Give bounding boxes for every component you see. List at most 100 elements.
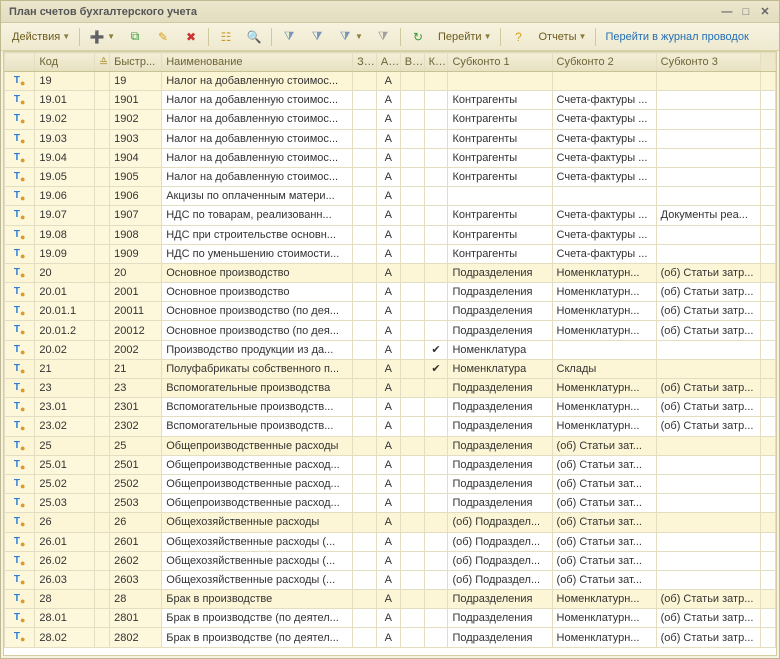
table-row[interactable]: T●2525Общепроизводственные расходыАПодра… [5,436,776,455]
filter-button-3[interactable]: ⧩▼ [332,26,368,48]
add-copy-button[interactable]: ⧉ [122,26,148,48]
window-controls: — □ ✕ [719,5,773,18]
table-row[interactable]: T●2020Основное производствоАПодразделени… [5,263,776,282]
cell-z [353,129,377,148]
table-row[interactable]: T●19.071907НДС по товарам, реализованн..… [5,206,776,225]
cell-sub1 [448,187,552,206]
pencil-icon: ✎ [155,29,171,45]
col-sort[interactable]: ≙ [95,53,110,72]
table-row[interactable]: T●19.081908НДС при строительстве основн.… [5,225,776,244]
filter-button-1[interactable]: ⧩ [276,26,302,48]
cell-k [424,398,448,417]
col-z[interactable]: З... [353,53,377,72]
journal-label: Перейти в журнал проводок [605,31,748,43]
cell-fast: 2801 [110,609,162,628]
cell-sub3: (об) Статьи затр... [656,628,760,647]
table-row[interactable]: T●20.022002Производство продукции из да.… [5,340,776,359]
table-row[interactable]: T●28.022802Брак в производстве (по деяте… [5,628,776,647]
table-row[interactable]: T●23.012301Вспомогательные производств..… [5,398,776,417]
table-row[interactable]: T●20.01.120011Основное производство (по … [5,302,776,321]
col-sub3[interactable]: Субконто 3 [656,53,760,72]
hierarchy-button[interactable]: ☷ [213,26,239,48]
cell-sub2: (об) Статьи зат... [552,455,656,474]
cell-code: 21 [35,359,95,378]
cell-name: Общепроизводственные расход... [162,494,353,513]
table-row[interactable]: T●23.022302Вспомогательные производств..… [5,417,776,436]
maximize-button[interactable]: □ [738,6,754,18]
filter-icon: ⧩ [337,29,353,45]
cell-spacer [95,244,110,263]
cell-v [400,148,424,167]
table-row[interactable]: T●26.032603Общехозяйственные расходы (..… [5,570,776,589]
table-row[interactable]: T●1919Налог на добавленную стоимос...А [5,72,776,91]
close-button[interactable]: ✕ [757,5,773,18]
col-sub1[interactable]: Субконто 1 [448,53,552,72]
cell-sub2: (об) Статьи зат... [552,532,656,551]
help-button[interactable]: ? [505,26,531,48]
cell-a: А [376,590,400,609]
goto-menu[interactable]: Перейти ▼ [433,28,497,46]
table-row[interactable]: T●19.091909НДС по уменьшению стоимости..… [5,244,776,263]
cell-a: А [376,263,400,282]
table-row[interactable]: T●20.01.220012Основное производство (по … [5,321,776,340]
journal-link[interactable]: Перейти в журнал проводок [600,28,753,46]
find-button[interactable]: 🔍 [241,26,267,48]
table-row[interactable]: T●2828Брак в производствеАПодразделенияН… [5,590,776,609]
table-row[interactable]: T●20.012001Основное производствоАПодразд… [5,283,776,302]
cell-pad [760,359,775,378]
minimize-button[interactable]: — [719,6,735,18]
col-a[interactable]: А... [376,53,400,72]
cell-code: 28.02 [35,628,95,647]
cell-fast: 1906 [110,187,162,206]
refresh-button[interactable]: ↻ [405,26,431,48]
cell-code: 23.01 [35,398,95,417]
table-row[interactable]: T●19.051905Налог на добавленную стоимос.… [5,167,776,186]
cell-name: Акцизы по оплаченным матери... [162,187,353,206]
table-row[interactable]: T●25.012501Общепроизводственные расход..… [5,455,776,474]
table-row[interactable]: T●19.011901Налог на добавленную стоимос.… [5,91,776,110]
table-row[interactable]: T●19.021902Налог на добавленную стоимос.… [5,110,776,129]
filter-button-2[interactable]: ⧩ [304,26,330,48]
cell-sub1: Подразделения [448,494,552,513]
col-v[interactable]: В... [400,53,424,72]
col-icon[interactable] [5,53,35,72]
col-code[interactable]: Код [35,53,95,72]
table-row[interactable]: T●28.012801Брак в производстве (по деяте… [5,609,776,628]
col-fast[interactable]: Быстр... [110,53,162,72]
grid[interactable]: Код ≙ Быстр... Наименование З... А... В.… [3,51,777,656]
actions-menu[interactable]: Действия ▼ [7,28,75,46]
reports-menu[interactable]: Отчеты ▼ [533,28,591,46]
cell-a: А [376,609,400,628]
table-row[interactable]: T●25.032503Общепроизводственные расход..… [5,494,776,513]
table-row[interactable]: T●19.031903Налог на добавленную стоимос.… [5,129,776,148]
cell-z [353,513,377,532]
cell-a: А [376,379,400,398]
edit-button[interactable]: ✎ [150,26,176,48]
cell-z [353,148,377,167]
add-button[interactable]: ➕▼ [84,26,120,48]
col-sub2[interactable]: Субконто 2 [552,53,656,72]
cell-name: Налог на добавленную стоимос... [162,110,353,129]
cell-pad [760,302,775,321]
table-row[interactable]: T●2323Вспомогательные производстваАПодра… [5,379,776,398]
cell-spacer [95,225,110,244]
table-row[interactable]: T●19.041904Налог на добавленную стоимос.… [5,148,776,167]
cell-z [353,436,377,455]
cell-k [424,302,448,321]
delete-button[interactable]: ✖ [178,26,204,48]
filter-off-button[interactable]: ⧩ [370,26,396,48]
table-row[interactable]: T●25.022502Общепроизводственные расход..… [5,474,776,493]
cell-pad [760,91,775,110]
cell-name: Общехозяйственные расходы [162,513,353,532]
table-row[interactable]: T●2121Полуфабрикаты собственного п...А✔Н… [5,359,776,378]
table-row[interactable]: T●26.022602Общехозяйственные расходы (..… [5,551,776,570]
titlebar: План счетов бухгалтерского учета — □ ✕ [1,1,779,23]
cell-k [424,417,448,436]
cell-spacer [95,263,110,282]
table-row[interactable]: T●26.012601Общехозяйственные расходы (..… [5,532,776,551]
table-row[interactable]: T●2626Общехозяйственные расходыА(об) Под… [5,513,776,532]
col-name[interactable]: Наименование [162,53,353,72]
table-row[interactable]: T●19.061906Акцизы по оплаченным матери..… [5,187,776,206]
filter-icon: ⧩ [281,29,297,45]
col-k[interactable]: К... [424,53,448,72]
